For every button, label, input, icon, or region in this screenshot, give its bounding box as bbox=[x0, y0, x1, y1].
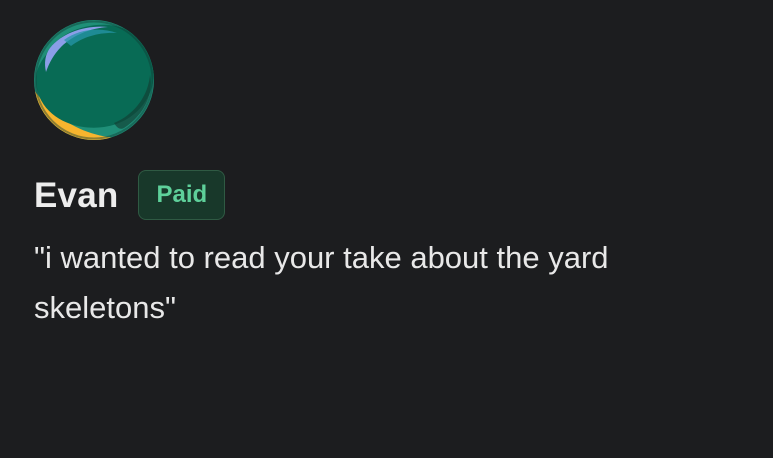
paid-badge: Paid bbox=[138, 170, 226, 220]
comment-card: Evan Paid "i wanted to read your take ab… bbox=[0, 0, 773, 458]
author-row: Evan Paid bbox=[34, 170, 226, 220]
circular-gradient-avatar-icon bbox=[34, 20, 154, 140]
author-name[interactable]: Evan bbox=[34, 178, 118, 213]
avatar[interactable] bbox=[34, 20, 154, 140]
comment-text: "i wanted to read your take about the ya… bbox=[34, 240, 609, 325]
